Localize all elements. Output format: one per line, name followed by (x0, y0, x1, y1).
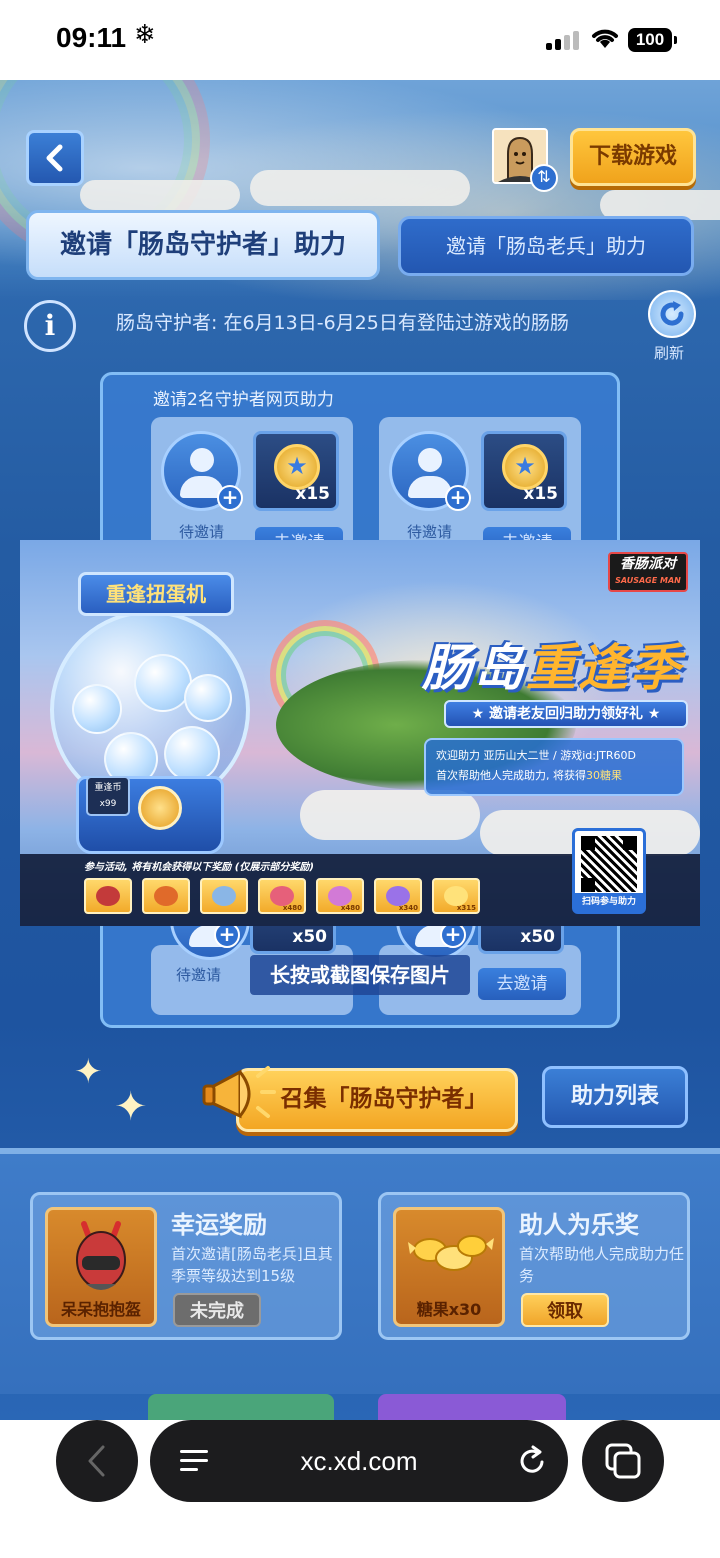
helper-info-line1: 欢迎助力 亚历山大二世 / 游戏id:JTR60D (436, 749, 637, 762)
go-invite-button[interactable]: 去邀请 (478, 968, 566, 1000)
sparkle-icon: ✦ (74, 1052, 103, 1092)
gacha-coin-tag: 重逢币 x99 (86, 776, 130, 816)
invite-status: 待邀请 (176, 966, 222, 984)
rally-guardians-button[interactable]: 召集「肠岛守护者」 (236, 1068, 518, 1132)
battery-icon: 100 (628, 28, 677, 52)
game-logo-subtext: SAUSAGE MAN (615, 576, 681, 585)
helper-info-line2: 首次帮助他人完成助力, 将获得 (436, 769, 586, 782)
info-icon[interactable]: i (24, 300, 76, 352)
reward-chip (84, 878, 132, 914)
snowflake-icon: ❄ (134, 20, 156, 50)
gacha-knob-icon (138, 786, 182, 830)
plus-icon[interactable]: + (445, 485, 471, 511)
invite-status: 待邀请 (407, 523, 453, 541)
save-image-hint: 长按或截图保存图片 (250, 955, 470, 995)
helper-info-box: 欢迎助力 亚历山大二世 / 游戏id:JTR60D 首次帮助他人完成助力, 将获… (424, 738, 684, 796)
guardian-definition-text: 肠岛守护者: 在6月13日-6月25日有登陆过游戏的肠肠 (116, 312, 569, 334)
qr-label: 扫码参与助力 (575, 893, 643, 911)
reward-title: 幸运奖励 (171, 1211, 267, 1239)
chevron-left-icon (88, 1445, 105, 1477)
reward-count: x15 (295, 484, 330, 504)
reward-coin: ★ x15 (253, 431, 339, 511)
back-button[interactable] (26, 130, 84, 186)
qr-code-icon (581, 836, 637, 892)
reward-chip: x480 (258, 878, 306, 914)
gacha-coin-tag-count: x99 (99, 799, 117, 809)
reward-item-label: 呆呆抱抱盔 (60, 1300, 141, 1319)
qr-code[interactable]: 扫码参与助力 (572, 828, 646, 914)
reward-count: x15 (523, 484, 558, 504)
event-title-part2: 重逢季 (526, 639, 682, 697)
bottom-tab-purple[interactable] (378, 1394, 566, 1420)
event-title: 肠岛重逢季 (422, 628, 682, 700)
sparkle-icon: ✦ (114, 1084, 148, 1130)
chevron-left-icon (46, 144, 63, 172)
browser-toolbar: xc.xd.com (0, 1420, 720, 1558)
plus-icon[interactable]: + (217, 485, 243, 511)
gacha-machine-sign: 重逢扭蛋机 (78, 572, 234, 616)
panel-title: 邀请2名守护者网页助力 (153, 390, 334, 410)
helper-reward-card: 糖果x30 助人为乐奖 首次帮助他人完成助力任务 领取 (378, 1192, 690, 1340)
claim-button[interactable]: 领取 (521, 1293, 609, 1327)
download-game-button[interactable]: 下载游戏 (570, 128, 696, 186)
tab-veteran[interactable]: 邀请「肠岛老兵」助力 (398, 216, 694, 276)
reward-strip-label: 参与活动, 将有机会获得以下奖励 (仅展示部分奖励) (84, 862, 314, 873)
candy-icon (408, 1235, 494, 1271)
reward-count: x50 (292, 927, 327, 947)
tab-guardian[interactable]: 邀请「肠岛守护者」助力 (26, 210, 380, 280)
cloud-decoration (80, 180, 240, 210)
candy-reward-text: 30糖果 (586, 769, 622, 782)
cellular-signal-icon (546, 30, 580, 50)
status-bar: 09:11 ❄ 100 (0, 0, 720, 80)
capsule-icon (72, 684, 122, 734)
bottom-tab-green[interactable] (148, 1394, 334, 1420)
reward-coin: ★ x15 (481, 431, 567, 511)
reload-icon[interactable] (516, 1444, 550, 1478)
reward-chip: x340 (374, 878, 422, 914)
browser-back-button[interactable] (56, 1420, 138, 1502)
capsule-icon (164, 726, 220, 782)
gacha-coin-tag-label: 重逢币 (94, 783, 122, 793)
capsule-icon (134, 654, 192, 712)
cloud-decoration (300, 790, 480, 840)
invite-status: 待邀请 (179, 523, 225, 541)
reward-item-image: 糖果x30 (393, 1207, 505, 1327)
swap-icon[interactable]: ⇅ (530, 164, 558, 192)
game-logo-text: 香肠派对 (620, 556, 676, 572)
tabs-icon (605, 1443, 641, 1479)
lucky-reward-card: 呆呆抱抱盔 幸运奖励 首次邀请[肠岛老兵]且其季票等级达到15级 未完成 (30, 1192, 342, 1340)
reward-chip: x315 (432, 878, 480, 914)
reward-count: x50 (520, 927, 555, 947)
refresh-label: 刷新 (654, 344, 685, 362)
incomplete-button[interactable]: 未完成 (173, 1293, 261, 1327)
reward-description: 首次邀请[肠岛老兵]且其季票等级达到15级 (171, 1245, 333, 1285)
reward-item-label: 糖果x30 (416, 1300, 482, 1319)
capsule-icon (184, 674, 232, 722)
reward-chip (142, 878, 190, 914)
event-title-part1: 肠岛 (422, 639, 526, 697)
game-logo: 香肠派对 SAUSAGE MAN (608, 552, 688, 592)
reward-item-image: 呆呆抱抱盔 (45, 1207, 157, 1327)
share-poster[interactable]: 重逢扭蛋机 重逢币 x99 香肠派对 SAUSAGE MAN 肠岛重逢季 ★ 邀请… (20, 540, 700, 926)
helper-list-button[interactable]: 助力列表 (542, 1066, 688, 1128)
reward-description: 首次帮助他人完成助力任务 (519, 1245, 685, 1285)
reward-title: 助人为乐奖 (519, 1211, 639, 1239)
tabs-button[interactable] (582, 1420, 664, 1502)
status-time: 09:11 (56, 22, 127, 53)
url-text[interactable]: xc.xd.com (150, 1420, 568, 1502)
cloud-decoration (250, 170, 470, 206)
refresh-button[interactable] (648, 290, 696, 338)
event-ribbon: ★ 邀请老友回归助力领好礼 ★ (444, 700, 688, 728)
address-bar[interactable]: xc.xd.com (150, 1420, 568, 1502)
reward-chip (200, 878, 248, 914)
megaphone-icon (202, 1066, 276, 1119)
reward-chip: x480 (316, 878, 364, 914)
reload-icon (660, 301, 684, 326)
wifi-icon (592, 29, 618, 48)
helmet-icon (76, 1221, 126, 1290)
